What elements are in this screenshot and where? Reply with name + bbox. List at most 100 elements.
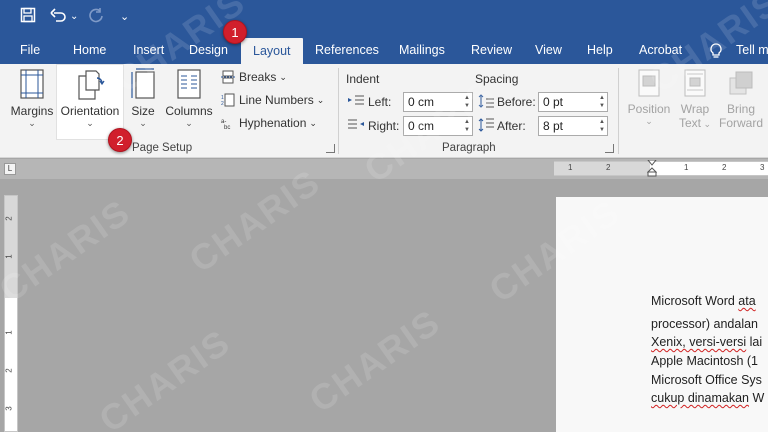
tab-review[interactable]: Review: [471, 36, 512, 64]
paragraph-group-label: Paragraph: [442, 142, 496, 154]
indent-heading: Indent: [346, 72, 380, 86]
horizontal-ruler[interactable]: 1 2 1 2 3: [554, 159, 768, 177]
spacing-before-label: Before:: [497, 95, 536, 109]
document-page[interactable]: Microsoft Word ata processor) andalan Xe…: [556, 197, 768, 432]
tab-view[interactable]: View: [535, 36, 562, 64]
step-marker-1: 1: [223, 20, 247, 44]
indent-left-input[interactable]: 0 cm ▲ ▼: [403, 92, 473, 112]
indent-right-icon: [348, 119, 364, 134]
tab-layout[interactable]: Layout: [241, 38, 303, 64]
orientation-icon: [78, 70, 105, 100]
spacing-before-input[interactable]: 0 pt ▲ ▼: [538, 92, 608, 112]
chevron-down-icon: ⌄: [279, 71, 287, 82]
ruler-number: 2: [4, 368, 14, 373]
ruler-number: 3: [760, 163, 765, 172]
spinner-arrows-icon[interactable]: ▲ ▼: [599, 94, 605, 110]
svg-text:bc: bc: [224, 125, 230, 130]
indent-right-label: Right:: [368, 119, 400, 133]
customize-qat-icon[interactable]: ⌄: [120, 7, 129, 27]
ruler-number: 1: [4, 254, 14, 259]
wrap-label-2: Text: [678, 116, 701, 130]
document-line: Xenix, versi-versi lai: [651, 335, 763, 349]
line-numbers-button[interactable]: 12 Line Numbers ⌄: [220, 93, 324, 107]
position-button[interactable]: Position ⌄: [625, 68, 673, 126]
vertical-ruler[interactable]: 2 1 1 2 3: [4, 195, 18, 432]
tab-mailings[interactable]: Mailings: [399, 36, 445, 64]
document-line: Microsoft Word ata: [651, 294, 756, 308]
chevron-down-icon: ⌄: [645, 116, 653, 126]
spacing-before-icon: [478, 94, 494, 111]
document-line: Apple Macintosh (1: [651, 354, 759, 368]
indent-left-icon: [348, 95, 364, 110]
hyphenation-button[interactable]: a-bc Hyphenation ⌄: [220, 116, 317, 130]
bring-label-1: Bring: [726, 102, 755, 116]
ruler-bar: L 1 2 1 2 3: [0, 159, 768, 179]
chevron-down-icon: ⌄: [700, 119, 712, 129]
spinner-arrows-icon[interactable]: ▲ ▼: [599, 118, 605, 134]
undo-dropdown-icon[interactable]: ⌄: [70, 7, 78, 27]
watermark: CHARIS: [301, 300, 448, 421]
undo-icon[interactable]: [50, 7, 68, 29]
bring-forward-icon: [729, 71, 753, 95]
tab-file[interactable]: File: [20, 36, 40, 64]
breaks-button[interactable]: Breaks ⌄: [220, 70, 287, 84]
save-icon[interactable]: [20, 7, 36, 29]
position-icon: [638, 69, 660, 97]
paragraph-launcher-icon[interactable]: [605, 144, 614, 153]
page-size-icon: [131, 68, 155, 99]
tab-home[interactable]: Home: [73, 36, 106, 64]
page-setup-group-label: Page Setup: [132, 142, 193, 154]
tab-insert[interactable]: Insert: [133, 36, 164, 64]
columns-button[interactable]: Columns ⌄: [162, 68, 216, 128]
document-line: cukup dinamakan W: [651, 391, 765, 405]
tell-me-search[interactable]: Tell m: [736, 36, 768, 64]
ruler-number: 2: [722, 163, 727, 172]
spinner-arrows-icon[interactable]: ▲ ▼: [464, 94, 470, 110]
bring-forward-button[interactable]: Bring Forward: [716, 68, 766, 130]
ruler-number: 2: [4, 216, 14, 221]
ruler-number: 1: [684, 163, 689, 172]
line-numbers-icon: 12: [220, 93, 236, 107]
margins-button[interactable]: Margins ⌄: [8, 68, 56, 128]
orientation-label: Orientation: [60, 104, 120, 118]
hyphenation-label: Hyphenation: [239, 116, 307, 130]
size-label: Size: [131, 104, 155, 118]
margins-icon: [20, 69, 44, 99]
line-numbers-label: Line Numbers: [239, 93, 314, 107]
spacing-after-input[interactable]: 8 pt ▲ ▼: [538, 116, 608, 136]
chevron-down-icon: ⌄: [86, 118, 94, 128]
redo-icon[interactable]: [88, 7, 104, 29]
watermark: CHARIS: [91, 320, 238, 432]
chevron-down-icon: ⌄: [28, 118, 36, 128]
tab-references[interactable]: References: [315, 36, 379, 64]
document-line: Microsoft Office Sys: [651, 373, 762, 387]
orientation-button[interactable]: Orientation ⌄: [56, 68, 124, 128]
columns-icon: [177, 69, 201, 99]
spinner-arrows-icon[interactable]: ▲ ▼: [464, 118, 470, 134]
wrap-text-button[interactable]: Wrap Text ⌄: [676, 68, 714, 131]
spacing-heading: Spacing: [475, 72, 519, 86]
spacing-after-icon: [478, 118, 494, 135]
group-divider: [338, 68, 339, 154]
group-divider: [618, 68, 619, 154]
breaks-icon: [220, 70, 236, 84]
position-label: Position: [627, 102, 671, 116]
columns-label: Columns: [165, 104, 213, 118]
tab-help[interactable]: Help: [587, 36, 613, 64]
indent-right-input[interactable]: 0 cm ▲ ▼: [403, 116, 473, 136]
breaks-label: Breaks: [239, 70, 277, 84]
indent-marker-icon[interactable]: [646, 159, 658, 180]
chevron-down-icon: ⌄: [185, 118, 193, 128]
size-button[interactable]: Size ⌄: [126, 68, 160, 128]
document-line: processor) andalan: [651, 317, 759, 331]
tab-acrobat[interactable]: Acrobat: [639, 36, 682, 64]
wrap-label-1: Wrap: [680, 102, 710, 116]
ruler-number: 2: [606, 163, 611, 172]
margins-label: Margins: [10, 104, 54, 118]
tab-selector-icon[interactable]: L: [4, 163, 16, 175]
page-setup-launcher-icon[interactable]: [326, 144, 335, 153]
spacing-after-label: After:: [497, 119, 526, 133]
ruler-number: 1: [568, 163, 573, 172]
tab-design[interactable]: Design: [189, 36, 228, 64]
hyphenation-icon: a-bc: [220, 116, 236, 130]
